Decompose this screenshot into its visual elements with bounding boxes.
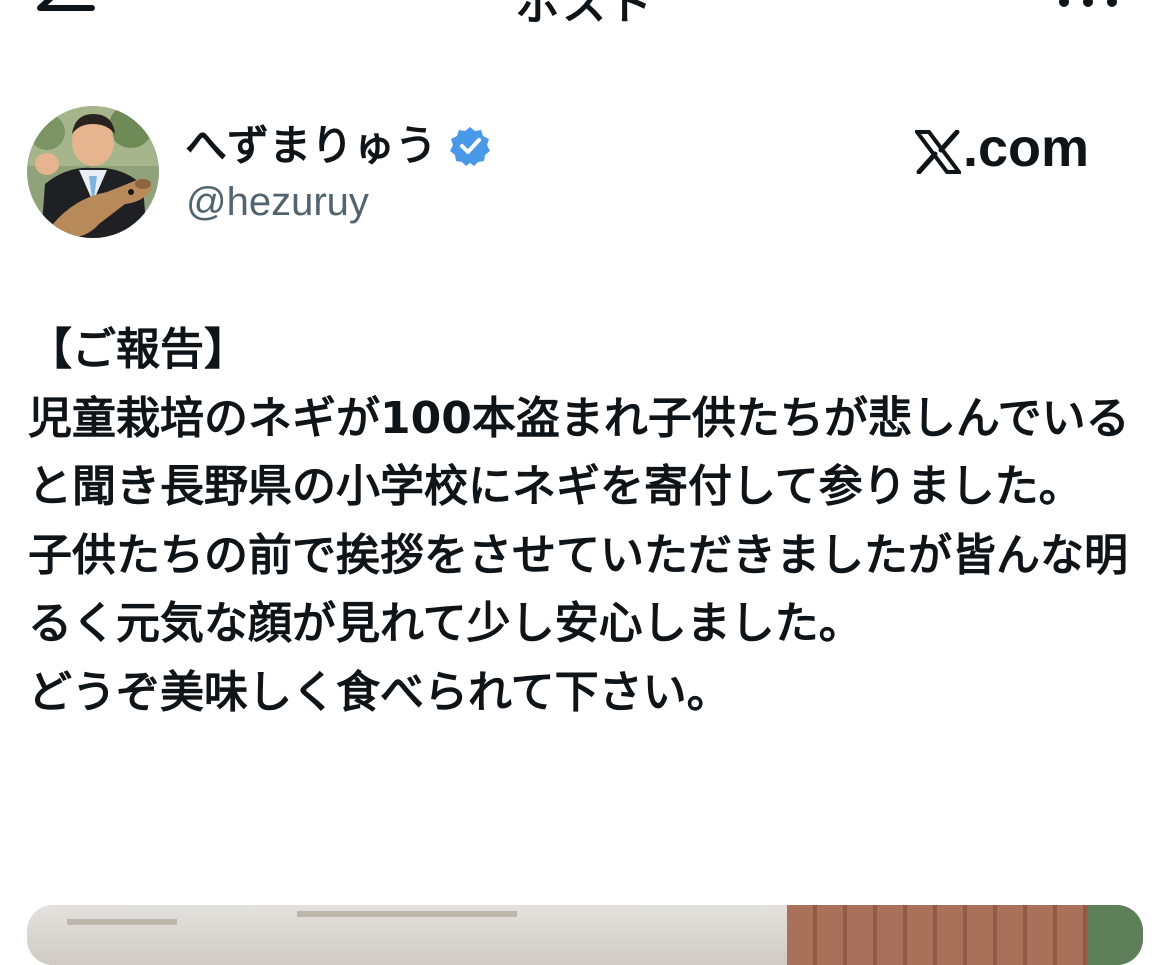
author-display-name[interactable]: へずまりゅう <box>185 118 491 174</box>
media-ceiling-beam <box>297 911 517 917</box>
more-dots-icon <box>1059 0 1117 7</box>
media-photo-window <box>1087 905 1143 965</box>
display-name-text: へずまりゅう <box>185 121 438 170</box>
media-photo-wall <box>787 905 1087 965</box>
more-options-button[interactable] <box>1050 0 1130 20</box>
avatar[interactable] <box>27 106 159 238</box>
post-text: 【ご報告】 児童栽培のネギが100本盗まれ子供たちが悲しんでいると聞き長野県の小… <box>28 324 1130 718</box>
author-handle[interactable]: @hezuruy <box>186 176 369 228</box>
x-logo-icon <box>913 126 963 175</box>
source-domain: .com <box>963 118 1090 178</box>
page-title: ポスト <box>516 0 654 30</box>
top-navbar: ポスト <box>0 0 1170 40</box>
avatar-photo <box>27 106 159 238</box>
verified-badge-icon <box>449 125 491 167</box>
media-ceiling-beam <box>67 919 177 925</box>
post-media-image[interactable] <box>27 905 1143 965</box>
source-label: .com <box>913 118 1090 178</box>
